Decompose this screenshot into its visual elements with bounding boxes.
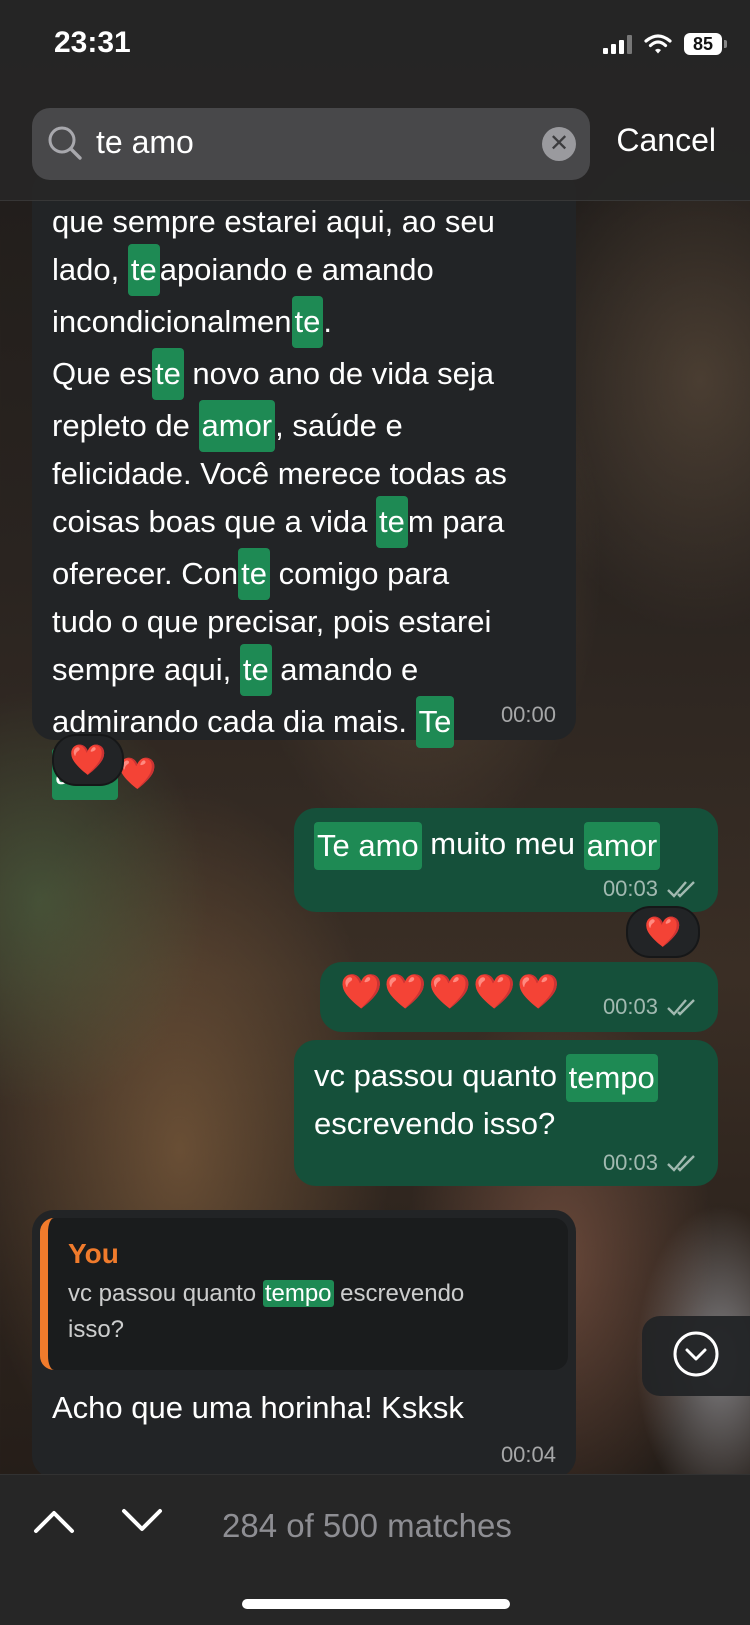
- close-icon: ✕: [548, 130, 570, 157]
- scroll-to-bottom-button[interactable]: [642, 1316, 750, 1396]
- search-header: 23:31 85 ✕ Cancel: [0, 0, 750, 201]
- heart-reaction-icon: ❤️: [644, 915, 682, 949]
- quote-author: You: [68, 1238, 119, 1269]
- home-indicator[interactable]: [242, 1599, 510, 1609]
- match-highlight: te: [291, 296, 324, 348]
- match-highlight: Te amo: [314, 822, 422, 870]
- battery-indicator: 85: [684, 33, 727, 55]
- chevron-down-icon: [120, 1509, 164, 1541]
- cancel-button[interactable]: Cancel: [616, 122, 716, 159]
- match-highlight: te: [238, 548, 270, 600]
- cellular-signal-icon: [603, 34, 632, 54]
- heart-reaction-icon: ❤️: [69, 743, 107, 777]
- clear-search-button[interactable]: ✕: [542, 127, 576, 161]
- chevron-down-circle-icon: [672, 1330, 720, 1383]
- chevron-up-icon: [32, 1511, 76, 1541]
- match-highlight: tempo: [262, 1280, 334, 1307]
- message-text: Te amo muito meu amor: [314, 822, 698, 870]
- search-field[interactable]: ✕: [32, 108, 590, 180]
- heart-emoji: ❤️: [118, 756, 157, 791]
- match-highlight: tempo: [565, 1054, 658, 1102]
- next-match-button[interactable]: [120, 1503, 164, 1542]
- previous-match-button[interactable]: [32, 1503, 76, 1542]
- quoted-message[interactable]: You vc passou quanto tempo escrevendo is…: [40, 1218, 568, 1370]
- message-text: que sempre estarei aqui, ao seu lado, te…: [52, 200, 556, 800]
- search-icon: [46, 124, 84, 167]
- double-check-icon: [666, 1153, 698, 1173]
- message-time: 00:00: [500, 702, 556, 727]
- match-count: 284 of 500 matches: [222, 1507, 512, 1544]
- message-meta: 00:03: [603, 994, 698, 1020]
- double-check-icon: [666, 997, 698, 1017]
- match-highlight: te: [127, 244, 160, 296]
- wifi-icon: [644, 33, 672, 55]
- match-highlight: te: [151, 348, 184, 400]
- search-navigation-bar: 284 of 500 matches: [0, 1474, 750, 1625]
- message-bubble-incoming-long[interactable]: que sempre estarei aqui, ao seu lado, te…: [32, 170, 576, 800]
- match-highlight: amor: [583, 822, 661, 870]
- reaction-badge[interactable]: ❤️: [626, 906, 700, 958]
- message-text: vc passou quanto tempo escrevendo isso?: [314, 1054, 698, 1146]
- message-bubble-outgoing[interactable]: vc passou quanto tempo escrevendo isso? …: [294, 1040, 718, 1186]
- message-bubble-incoming-reply[interactable]: You vc passou quanto tempo escrevendo is…: [32, 1210, 576, 1478]
- quote-text: vc passou quanto tempo escrevendo isso?: [68, 1280, 465, 1343]
- message-bubble-outgoing[interactable]: ❤️❤️❤️❤️❤️ 00:03: [320, 962, 718, 1032]
- message-text: Acho que uma horinha! Ksksk: [52, 1390, 464, 1425]
- reaction-badge[interactable]: ❤️: [52, 734, 124, 786]
- status-time: 23:31: [54, 26, 131, 59]
- message-bubble-outgoing[interactable]: Te amo muito meu amor 00:03: [294, 808, 718, 912]
- match-highlight: Te: [415, 696, 455, 748]
- match-highlight: amor: [198, 400, 276, 452]
- match-highlight: te: [239, 644, 272, 696]
- match-highlight: te: [376, 496, 408, 548]
- double-check-icon: [666, 879, 698, 899]
- search-input[interactable]: [96, 124, 516, 161]
- message-time: 00:04: [500, 1442, 556, 1467]
- message-meta: 00:03: [603, 1150, 698, 1176]
- message-meta: 00:03: [603, 876, 698, 902]
- status-indicators: 85: [603, 30, 727, 58]
